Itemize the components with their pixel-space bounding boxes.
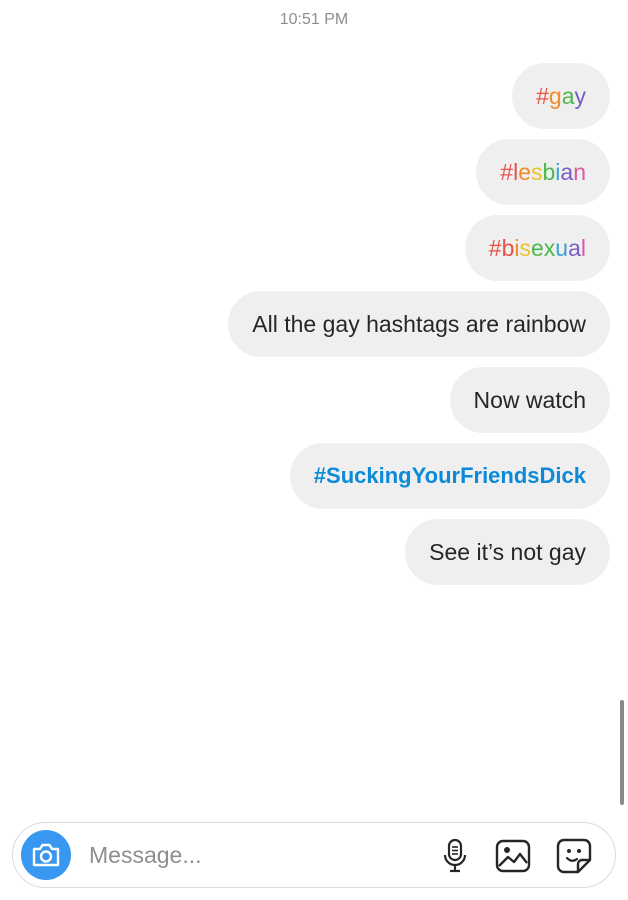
hashtag-link[interactable]: #SuckingYourFriendsDick [314, 463, 586, 489]
message-bubble[interactable]: #lesbian [476, 139, 610, 205]
scrollbar[interactable] [620, 700, 624, 805]
microphone-icon [443, 838, 467, 873]
message-row: #lesbian [10, 139, 610, 205]
sticker-icon [556, 838, 592, 874]
message-text: All the gay hashtags are rainbow [252, 310, 586, 337]
message-composer [12, 822, 616, 888]
message-text: Now watch [473, 386, 586, 413]
hashtag-link[interactable]: #lesbian [500, 159, 586, 186]
message-bubble[interactable]: #SuckingYourFriendsDick [289, 443, 610, 509]
message-row: #bisexual [10, 215, 610, 281]
message-thread: #gay #lesbian #bisexual All the gay hash… [10, 63, 610, 595]
camera-button[interactable] [21, 830, 71, 880]
message-row: Now watch [10, 367, 610, 433]
voice-button[interactable] [435, 836, 475, 876]
hashtag-link[interactable]: #gay [536, 83, 586, 110]
message-bubble[interactable]: #bisexual [464, 215, 610, 281]
message-bubble[interactable]: Now watch [449, 367, 610, 433]
message-row: #SuckingYourFriendsDick [10, 443, 610, 509]
message-text: See it’s not gay [429, 538, 586, 565]
message-row: #gay [10, 63, 610, 129]
message-bubble[interactable]: See it’s not gay [405, 519, 610, 585]
message-row: See it’s not gay [10, 519, 610, 585]
message-row: All the gay hashtags are rainbow [10, 291, 610, 357]
gallery-icon [495, 839, 531, 873]
camera-icon [32, 843, 60, 867]
message-input[interactable] [89, 838, 389, 872]
sticker-button[interactable] [554, 836, 594, 876]
message-timestamp: 10:51 PM [279, 11, 349, 28]
gallery-button[interactable] [493, 836, 533, 876]
message-bubble[interactable]: #gay [512, 63, 610, 129]
message-bubble[interactable]: All the gay hashtags are rainbow [228, 291, 610, 357]
hashtag-link[interactable]: #bisexual [489, 235, 586, 262]
